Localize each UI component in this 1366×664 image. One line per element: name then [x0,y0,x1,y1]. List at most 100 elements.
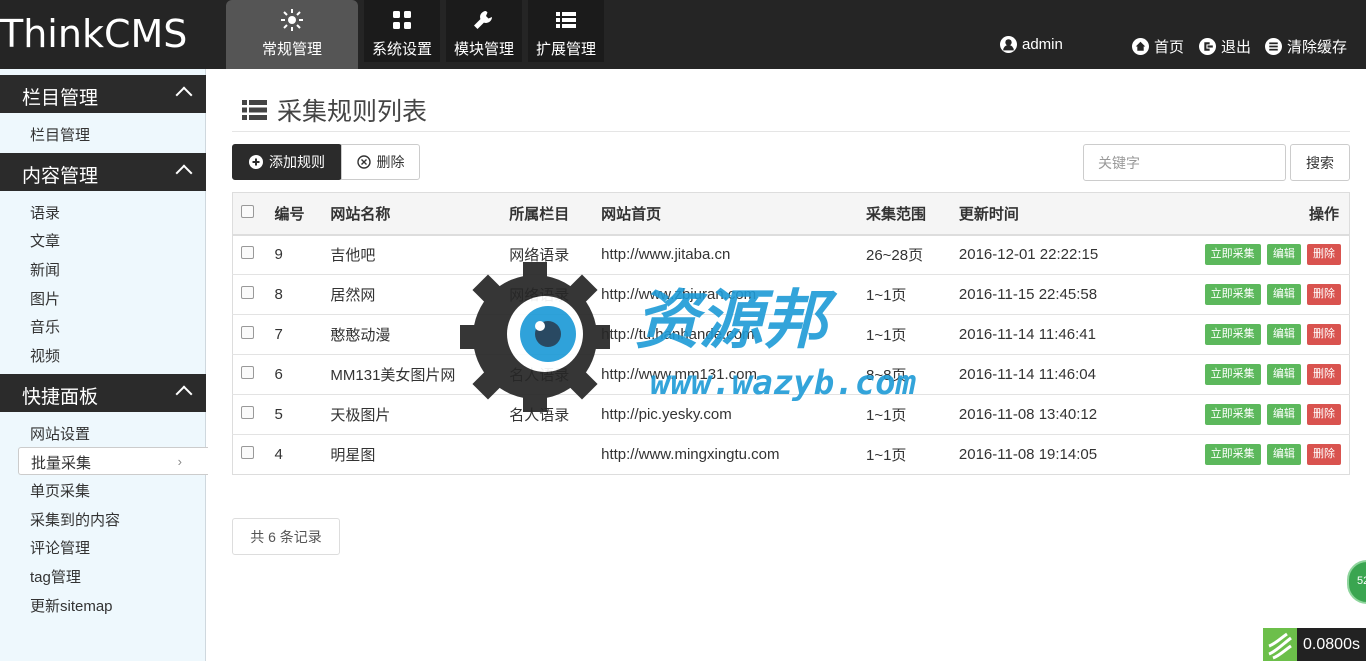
row-delete-button[interactable]: 删除 [1307,404,1341,425]
sidebar-section-content[interactable]: 内容管理 [0,153,206,191]
cell-time: 2016-12-01 22:22:15 [958,234,1178,275]
edit-button[interactable]: 编辑 [1266,284,1301,305]
collect-now-button[interactable]: 立即采集 [1204,404,1261,425]
tab-extensions-label: 扩展管理 [535,41,596,58]
home-link[interactable]: 首页 [1132,36,1184,57]
edit-button[interactable]: 编辑 [1266,324,1301,345]
sidebar-item-news[interactable]: 新闻 [30,259,60,280]
row-checkbox[interactable] [241,446,254,459]
sidebar-item-quotes[interactable]: 语录 [30,202,60,223]
sidebar-item-comments[interactable]: 评论管理 [30,537,90,558]
row-delete-button[interactable]: 删除 [1307,284,1341,305]
cell-id: 9 [274,234,331,275]
column-header-url: 网站首页 [601,192,866,236]
select-all-checkbox[interactable] [241,204,254,218]
cell-time: 2016-11-08 13:40:12 [958,394,1178,435]
floating-badge[interactable]: 52 [1347,560,1366,604]
cell-category: 名人语录 [509,394,602,435]
delete-button[interactable]: 删除 [341,144,420,180]
sidebar-section-columns[interactable]: 栏目管理 [0,75,206,113]
search-input[interactable] [1083,144,1286,181]
sidebar-section-title: 快捷面板 [22,387,99,408]
sidebar-item-music[interactable]: 音乐 [30,316,60,337]
user-menu[interactable]: admin [1000,36,1063,53]
column-header-time: 更新时间 [958,192,1178,236]
list-icon [556,12,576,28]
chevron-up-icon [175,385,193,403]
table-header-row: 编号 网站名称 所属栏目 网站首页 采集范围 更新时间 操作 [232,192,1350,236]
cell-category [509,314,602,355]
collect-now-button[interactable]: 立即采集 [1204,364,1261,385]
collect-now-button[interactable]: 立即采集 [1204,284,1261,305]
add-rule-button[interactable]: 添加规则 [232,144,342,180]
rules-table: 编号 网站名称 所属栏目 网站首页 采集范围 更新时间 操作 9 吉他吧 网络语录 h… [232,192,1350,475]
sidebar-item-tags[interactable]: tag管理 [30,566,81,587]
tab-system[interactable]: 系统设置 [364,0,440,62]
row-delete-button[interactable]: 删除 [1307,444,1341,465]
sidebar-item-single-collect[interactable]: 单页采集 [30,480,90,501]
sidebar-item-collected-content[interactable]: 采集到的内容 [30,509,120,530]
tab-modules[interactable]: 模块管理 [446,0,522,62]
close-circle-icon [356,155,371,169]
row-checkbox[interactable] [241,326,254,339]
list-circle-icon [1265,38,1282,55]
username: admin [1022,36,1063,53]
clear-cache-link[interactable]: 清除缓存 [1265,36,1347,57]
cell-time: 2016-11-08 19:14:05 [958,434,1178,475]
delete-label: 删除 [376,154,405,170]
thinkphp-logo-icon[interactable] [1263,628,1297,661]
collect-now-button[interactable]: 立即采集 [1204,444,1261,465]
home-icon [1132,38,1149,55]
cell-id: 8 [274,274,331,315]
column-header-range: 采集范围 [865,192,959,236]
sidebar-item-batch-collect[interactable]: 批量采集 › [18,447,208,475]
row-checkbox[interactable] [241,246,254,260]
cell-name: 憨憨动漫 [330,314,510,355]
sidebar-section-shortcuts[interactable]: 快捷面板 [0,374,206,412]
debug-timer[interactable]: 0.0800s [1297,628,1366,661]
row-delete-button[interactable]: 删除 [1307,324,1341,345]
row-checkbox[interactable] [241,286,254,299]
sidebar-item-images[interactable]: 图片 [30,288,60,309]
record-count: 共 6 条记录 [232,518,340,555]
row-checkbox[interactable] [241,406,254,419]
sidebar-section-title: 内容管理 [22,166,99,187]
sidebar-item-sitemap[interactable]: 更新sitemap [30,595,113,616]
cell-category: 名人语录 [509,354,602,395]
edit-button[interactable]: 编辑 [1266,244,1301,266]
cell-category: 网络语录 [509,274,602,315]
cell-category [509,434,602,475]
app-logo[interactable]: ThinkCMS [0,12,187,56]
sidebar-item-video[interactable]: 视频 [30,345,60,366]
cell-url: http://www.zbjuran.com [601,274,866,315]
collect-now-button[interactable]: 立即采集 [1204,324,1261,345]
tab-general-label: 常规管理 [261,41,322,58]
table-row: 6 MM131美女图片网 名人语录 http://www.mm131.com 8~8页 2… [232,354,1350,395]
cell-name: MM131美女图片网 [330,354,510,395]
tab-extensions[interactable]: 扩展管理 [528,0,604,62]
row-checkbox[interactable] [241,366,254,379]
cell-url: http://tu.hanhande.com [601,314,866,355]
tab-general[interactable]: 常规管理 [226,0,358,69]
grid-icon [393,11,411,29]
page-title: 采集规则列表 [242,92,427,128]
sidebar-item-articles[interactable]: 文章 [30,230,60,251]
table-row: 4 明星图 http://www.mingxingtu.com 1~1页 2016-11… [232,434,1350,475]
sidebar-item-site-settings[interactable]: 网站设置 [30,423,90,444]
cell-url: http://www.jitaba.cn [601,234,866,275]
search-button[interactable]: 搜索 [1290,144,1350,181]
edit-button[interactable]: 编辑 [1266,444,1301,465]
edit-button[interactable]: 编辑 [1266,404,1301,425]
row-delete-button[interactable]: 删除 [1307,364,1341,385]
column-header-name: 网站名称 [330,192,510,236]
cell-range: 8~8页 [865,354,959,395]
table-row: 5 天极图片 名人语录 http://pic.yesky.com 1~1页 2016-11… [232,394,1350,435]
logout-link[interactable]: 退出 [1199,36,1251,57]
collect-now-button[interactable]: 立即采集 [1204,244,1261,266]
edit-button[interactable]: 编辑 [1266,364,1301,385]
sidebar-section-title: 栏目管理 [22,88,99,109]
row-delete-button[interactable]: 删除 [1307,244,1341,266]
cell-id: 5 [274,394,331,435]
sidebar-item-column-manage[interactable]: 栏目管理 [30,124,90,145]
cell-id: 6 [274,354,331,395]
